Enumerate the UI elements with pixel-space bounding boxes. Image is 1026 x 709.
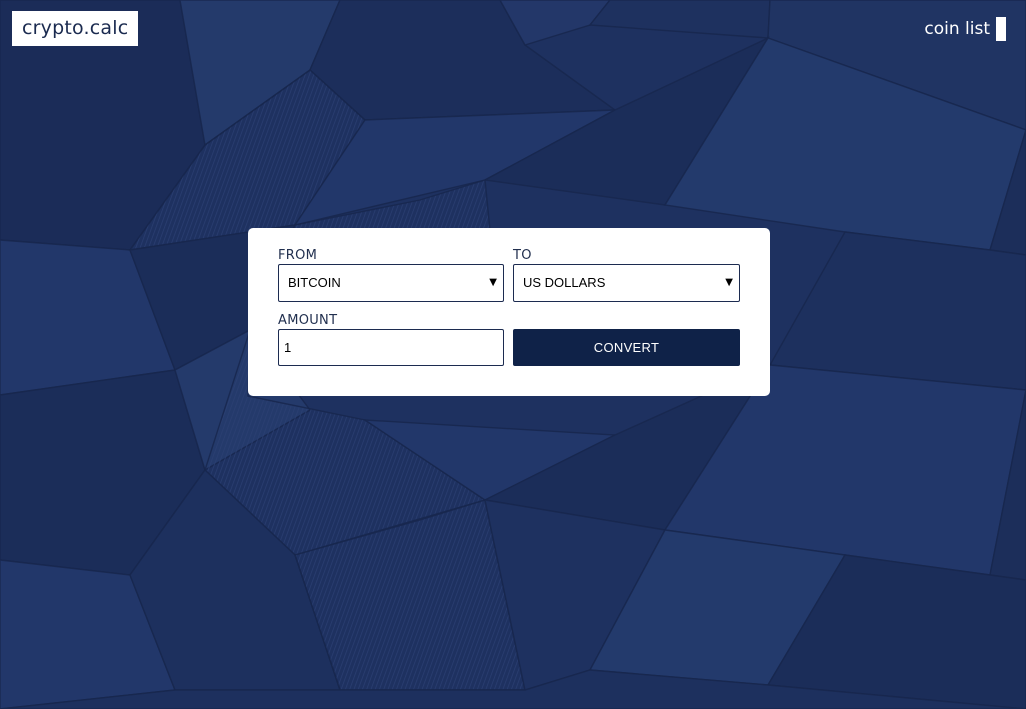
amount-label: AMOUNT: [278, 313, 338, 328]
nav-marker: [996, 17, 1006, 41]
amount-input[interactable]: [278, 329, 504, 366]
coin-list-label: coin list: [924, 19, 990, 39]
convert-button[interactable]: CONVERT: [513, 329, 740, 366]
from-select[interactable]: BITCOIN ▼: [278, 264, 504, 302]
to-select-value: US DOLLARS: [523, 275, 606, 290]
from-label: FROM: [278, 248, 318, 263]
chevron-down-icon: ▼: [489, 277, 497, 288]
to-label: TO: [513, 248, 532, 263]
from-select-value: BITCOIN: [288, 275, 341, 290]
to-select[interactable]: US DOLLARS ▼: [513, 264, 740, 302]
converter-card: FROM BITCOIN ▼ TO US DOLLARS ▼ AMOUNT CO…: [248, 228, 770, 396]
chevron-down-icon: ▼: [725, 277, 733, 288]
coin-list-link[interactable]: coin list: [924, 17, 1006, 41]
app-logo[interactable]: crypto.calc: [12, 11, 139, 46]
